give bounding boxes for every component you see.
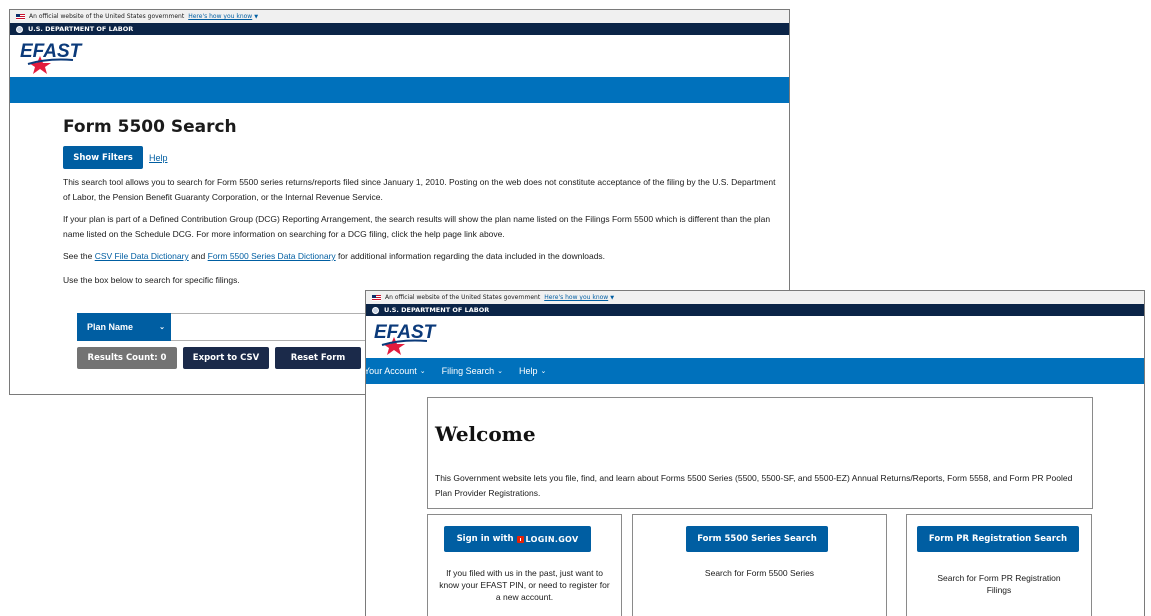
nav-filing-search[interactable]: Filing Search ⌄	[442, 366, 503, 376]
chevron-down-icon: ⌄	[540, 368, 547, 375]
reset-form-button[interactable]: Reset Form	[275, 347, 361, 369]
efast-logo[interactable]: EFAST	[18, 38, 86, 74]
dol-seal-icon	[16, 25, 23, 33]
efast-logo[interactable]: EFAST	[372, 319, 440, 355]
nav-your-account-label: Your Account	[365, 366, 417, 376]
welcome-text: This Government website lets you file, f…	[435, 473, 1073, 498]
header: EFAST	[10, 35, 789, 77]
form-pr-registration-search-button[interactable]: Form PR Registration Search	[917, 526, 1079, 552]
form-5500-series-search-button[interactable]: Form 5500 Series Search	[686, 526, 828, 552]
gov-banner: An official website of the United States…	[10, 10, 789, 23]
agency-name: U.S. DEPARTMENT OF LABOR	[28, 25, 134, 33]
login-card: Sign in with LOGIN.GOV If you filed with…	[427, 514, 622, 616]
search-field-select[interactable]: Plan Name ⌄	[77, 313, 171, 341]
dcg-paragraph: If your plan is part of a Defined Contri…	[63, 214, 771, 239]
chevron-down-icon[interactable]: ▼	[254, 14, 258, 20]
gov-banner: An official website of the United States…	[366, 291, 1144, 304]
show-filters-button[interactable]: Show Filters	[63, 146, 143, 169]
form-pr-search-card: Form PR Registration Search Search for F…	[906, 514, 1092, 616]
header: EFAST	[366, 316, 1144, 358]
search-input-row: Plan Name ⌄	[77, 313, 391, 341]
agency-bar: U.S. DEPARTMENT OF LABOR	[10, 23, 789, 35]
nav-help[interactable]: Help ⌄	[519, 366, 546, 376]
us-flag-icon	[372, 294, 381, 301]
welcome-title: Welcome	[435, 422, 536, 446]
heres-how-you-know-link[interactable]: Here's how you know	[188, 13, 252, 20]
dol-seal-icon	[372, 306, 379, 314]
instruction-paragraph: Use the box below to search for specific…	[63, 275, 240, 285]
intro-paragraph: This search tool allows you to search fo…	[63, 177, 776, 202]
sign-in-login-gov-button[interactable]: Sign in with LOGIN.GOV	[444, 526, 591, 552]
chevron-down-icon[interactable]: ▼	[610, 295, 614, 301]
filter-row: Show Filters Help	[63, 146, 778, 169]
form-5500-search-card-text: Search for Form 5500 Series	[704, 568, 815, 578]
search-input[interactable]	[171, 313, 391, 341]
data-dictionary-paragraph: See the CSV File Data Dictionary and For…	[63, 251, 606, 261]
nav-filing-search-label: Filing Search	[441, 366, 495, 376]
heres-how-you-know-link[interactable]: Here's how you know	[544, 294, 608, 301]
login-gov-badge: LOGIN.GOV	[516, 534, 579, 544]
help-link[interactable]: Help	[149, 153, 168, 163]
agency-bar: U.S. DEPARTMENT OF LABOR	[366, 304, 1144, 316]
page-title: Form 5500 Search	[63, 117, 237, 137]
nav-your-account[interactable]: Your Account ⌄	[365, 366, 426, 376]
gov-banner-text: An official website of the United States…	[385, 294, 541, 301]
chevron-down-icon: ⌄	[497, 368, 503, 375]
gov-banner-text: An official website of the United States…	[29, 13, 185, 20]
csv-data-dictionary-link[interactable]: CSV File Data Dictionary	[95, 251, 189, 261]
chevron-down-icon: ⌄	[419, 368, 426, 375]
login-gov-brand: LOGIN.GOV	[525, 534, 579, 544]
agency-name: U.S. DEPARTMENT OF LABOR	[384, 306, 490, 314]
form-pr-search-card-text: Search for Form PR Registration Filings	[937, 573, 1061, 595]
lock-icon	[516, 535, 524, 543]
main-content: Form 5500 Search Show Filters Help This …	[63, 117, 778, 288]
form-5500-search-card: Form 5500 Series Search Search for Form …	[632, 514, 887, 616]
welcome-panel: Welcome This Government website lets you…	[427, 397, 1093, 509]
form-5500-data-dictionary-link[interactable]: Form 5500 Series Data Dictionary	[208, 251, 336, 261]
efast-welcome-window: An official website of the United States…	[365, 290, 1145, 616]
chevron-down-icon: ⌄	[159, 324, 165, 331]
login-card-text: If you filed with us in the past, just w…	[439, 568, 610, 602]
main-nav-bar: Your Account ⌄ Filing Search ⌄ Help ⌄	[366, 358, 1144, 384]
export-to-csv-button[interactable]: Export to CSV	[183, 347, 269, 369]
action-buttons: Results Count: 0 Export to CSV Reset For…	[77, 347, 361, 369]
sign-in-label: Sign in with	[456, 534, 514, 544]
main-nav-bar	[10, 77, 789, 103]
results-count-button[interactable]: Results Count: 0	[77, 347, 177, 369]
us-flag-icon	[16, 13, 25, 20]
nav-help-label: Help	[519, 366, 538, 376]
search-field-select-label: Plan Name	[87, 322, 134, 332]
